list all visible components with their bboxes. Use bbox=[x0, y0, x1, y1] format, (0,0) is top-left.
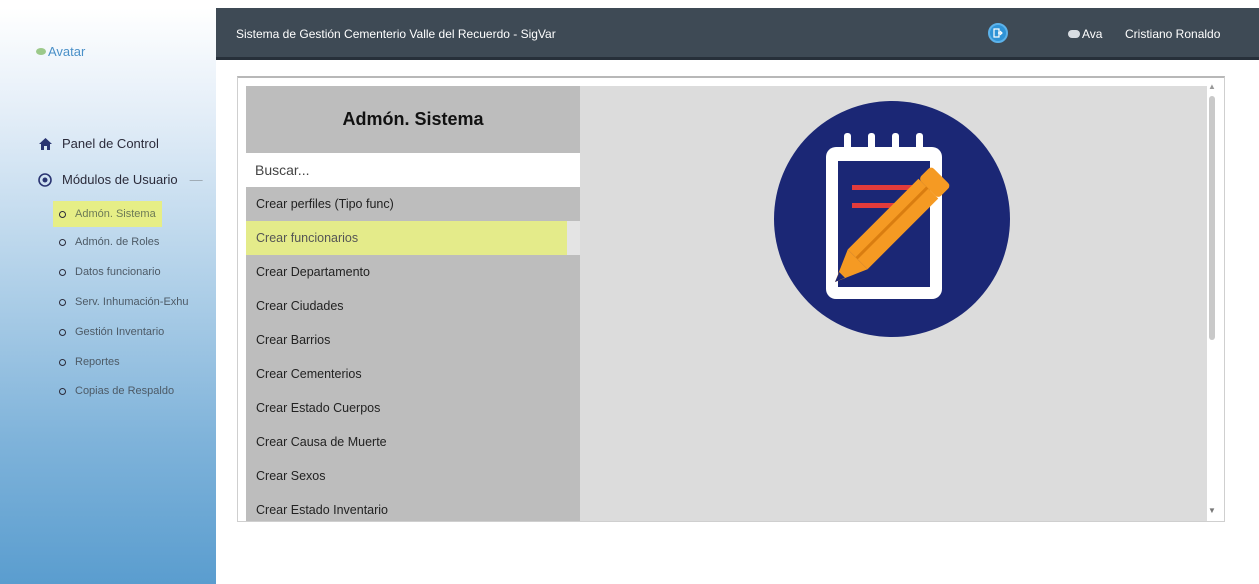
row-remainder bbox=[567, 221, 580, 255]
app-title: Sistema de Gestión Cementerio Valle del … bbox=[236, 27, 556, 41]
menu-item-crear-causa-muerte[interactable]: Crear Causa de Muerte bbox=[246, 425, 580, 459]
sidebar-subitem-gestion-inventario[interactable]: Gestión Inventario bbox=[53, 319, 170, 345]
sidebar-subitem-copias-respaldo[interactable]: Copias de Respaldo bbox=[53, 378, 180, 404]
menu-item-crear-cementerios[interactable]: Crear Cementerios bbox=[246, 357, 580, 391]
bullet-icon bbox=[59, 387, 66, 395]
sidebar-subitem-label: Admón. Sistema bbox=[75, 208, 156, 220]
bullet-icon bbox=[59, 268, 66, 276]
topbar: Sistema de Gestión Cementerio Valle del … bbox=[216, 8, 1259, 60]
bullet-icon bbox=[59, 238, 66, 246]
panel-heading: Admón. Sistema bbox=[342, 109, 484, 129]
sidebar-subitem-label: Admón. de Roles bbox=[75, 236, 160, 248]
bullet-icon bbox=[59, 210, 66, 218]
bullet-icon bbox=[59, 328, 66, 336]
sidebar-subitem-admon-sistema[interactable]: Admón. Sistema bbox=[53, 201, 162, 227]
menu-item-crear-funcionarios-row[interactable]: Crear funcionarios bbox=[246, 221, 580, 255]
notepad-pencil-icon bbox=[774, 101, 1010, 337]
avatar-image-icon bbox=[1068, 30, 1080, 38]
collapse-dash[interactable]: — bbox=[190, 172, 203, 187]
search-input[interactable]: Buscar... bbox=[246, 153, 580, 187]
sidebar-subitem-reportes[interactable]: Reportes bbox=[53, 349, 126, 375]
sidebar-item-modulos-usuario[interactable]: Módulos de Usuario — bbox=[38, 172, 203, 187]
target-icon bbox=[38, 172, 52, 187]
menu-item-crear-estado-inventario[interactable]: Crear Estado Inventario bbox=[246, 493, 580, 521]
scroll-down-icon[interactable]: ▼ bbox=[1208, 506, 1216, 515]
sidebar-item-label: Panel de Control bbox=[62, 136, 159, 151]
exit-icon[interactable] bbox=[988, 23, 1008, 43]
content-frame: Admón. Sistema Buscar... Crear perfiles … bbox=[237, 76, 1225, 522]
content-display-panel bbox=[580, 86, 1207, 521]
content-scrollbar[interactable]: ▲ ▼ bbox=[1203, 80, 1221, 520]
menu-item-crear-ciudades[interactable]: Crear Ciudades bbox=[246, 289, 580, 323]
home-icon bbox=[38, 137, 52, 151]
scroll-up-icon[interactable]: ▲ bbox=[1208, 82, 1216, 91]
menu-item-crear-sexos[interactable]: Crear Sexos bbox=[246, 459, 580, 493]
sidebar: Avatar Panel de Control Módulos de Usuar… bbox=[0, 8, 216, 584]
admin-menu-panel: Admón. Sistema Buscar... Crear perfiles … bbox=[246, 86, 580, 521]
sidebar-subitem-serv-inhumacion[interactable]: Serv. Inhumación-Exhu bbox=[53, 289, 213, 315]
sidebar-subitem-admon-roles[interactable]: Admón. de Roles bbox=[53, 229, 165, 255]
user-name[interactable]: Cristiano Ronaldo bbox=[1125, 27, 1220, 41]
topbar-avatar-label: Ava bbox=[1082, 27, 1103, 41]
scroll-thumb[interactable] bbox=[1209, 96, 1215, 340]
sidebar-item-panel-control[interactable]: Panel de Control bbox=[38, 136, 159, 151]
menu-item-crear-funcionarios[interactable]: Crear funcionarios bbox=[246, 221, 567, 255]
sidebar-avatar[interactable]: Avatar bbox=[36, 44, 85, 59]
menu-item-crear-barrios[interactable]: Crear Barrios bbox=[246, 323, 580, 357]
menu-item-crear-perfiles[interactable]: Crear perfiles (Tipo func) bbox=[246, 187, 580, 221]
avatar-label: Avatar bbox=[48, 44, 86, 59]
app-root: Avatar Panel de Control Módulos de Usuar… bbox=[0, 0, 1259, 584]
bullet-icon bbox=[59, 358, 66, 366]
sidebar-subitem-label: Gestión Inventario bbox=[75, 326, 165, 338]
bullet-icon bbox=[59, 298, 66, 306]
sidebar-item-label: Módulos de Usuario bbox=[62, 172, 178, 187]
sidebar-subitem-datos-funcionario[interactable]: Datos funcionario bbox=[53, 259, 167, 285]
avatar-image-icon bbox=[36, 48, 46, 55]
menu-item-crear-departamento[interactable]: Crear Departamento bbox=[246, 255, 580, 289]
sidebar-subitem-label: Datos funcionario bbox=[75, 266, 161, 278]
menu-item-crear-estado-cuerpos[interactable]: Crear Estado Cuerpos bbox=[246, 391, 580, 425]
sidebar-subitem-label: Serv. Inhumación-Exhu bbox=[75, 296, 189, 308]
sidebar-subitem-label: Reportes bbox=[75, 356, 120, 368]
topbar-avatar[interactable]: Ava bbox=[1068, 27, 1102, 41]
sidebar-subitem-label: Copias de Respaldo bbox=[75, 385, 175, 397]
